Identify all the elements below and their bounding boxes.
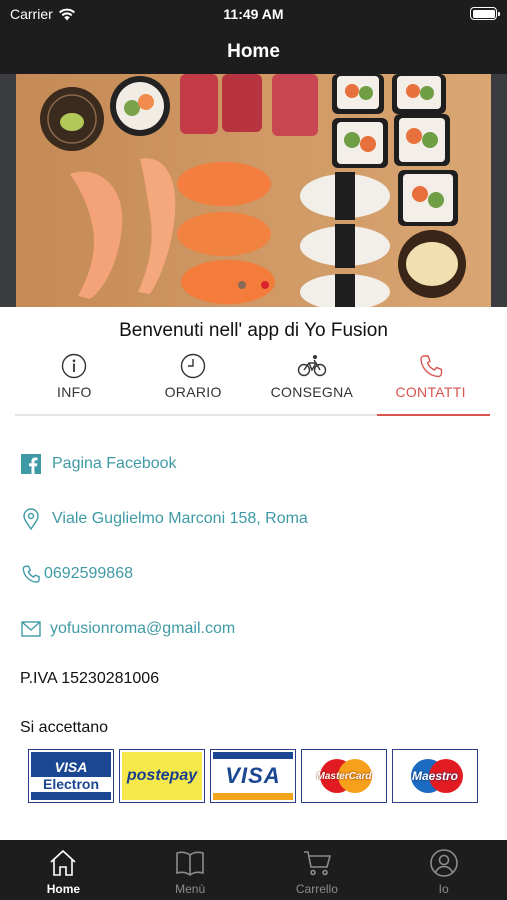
nav-title: Home	[0, 30, 507, 74]
mastercard-card: MasterCard	[301, 749, 387, 803]
tab-consegna[interactable]: CONSEGNA	[253, 352, 372, 414]
tabbar-menu-label: Menù	[175, 882, 206, 896]
tabbar-home[interactable]: Home	[0, 840, 127, 900]
maestro-card: Maestro	[392, 749, 478, 803]
book-icon	[176, 851, 204, 876]
map-pin-icon	[20, 508, 42, 530]
visa-electron-line2: Electron	[31, 777, 111, 792]
clock: 11:49 AM	[223, 6, 284, 22]
phone-icon	[419, 355, 442, 378]
postepay-label: postepay	[126, 767, 198, 784]
tab-contatti[interactable]: CONTATTI	[371, 352, 490, 416]
facebook-icon	[20, 453, 42, 475]
payment-cards: VISA Electron postepay VISA MasterCard M…	[28, 749, 478, 803]
phone-contact-icon	[20, 563, 42, 585]
tabbar-cart-label: Carrello	[295, 882, 338, 896]
carousel-pager[interactable]	[0, 281, 507, 289]
email-link[interactable]: yofusionroma@gmail.com	[20, 618, 235, 640]
email-label: yofusionroma@gmail.com	[50, 620, 236, 637]
bicycle-icon	[297, 355, 327, 377]
visa-card: VISA	[210, 749, 296, 803]
battery-level	[472, 9, 495, 18]
vat-number: P.IVA 15230281006	[20, 670, 160, 687]
tabbar-profile-label: Io	[438, 882, 449, 896]
tab-info[interactable]: INFO	[15, 352, 134, 414]
tab-info-label: INFO	[57, 384, 92, 400]
status-bar: Carrier 11:49 AM	[0, 0, 507, 30]
mastercard-label: MasterCard	[316, 770, 372, 782]
carousel-dot-active[interactable]	[261, 281, 269, 289]
phone-link[interactable]: 0692599868	[20, 563, 133, 585]
bottom-tab-bar: Home Menù Carrello Io	[0, 840, 507, 900]
clock-icon	[180, 353, 206, 379]
tab-orario-label: ORARIO	[164, 384, 222, 400]
address-label: Viale Guglielmo Marconi 158, Roma	[52, 510, 308, 527]
user-icon	[429, 849, 458, 877]
tabbar-profile[interactable]: Io	[380, 840, 507, 900]
facebook-link-label: Pagina Facebook	[52, 455, 177, 472]
sushi-photo	[0, 74, 507, 307]
payments-label: Si accettano	[20, 719, 109, 736]
info-icon	[62, 353, 87, 379]
mail-icon	[20, 618, 42, 640]
address-link[interactable]: Viale Guglielmo Marconi 158, Roma	[20, 508, 308, 530]
visa-label: VISA	[225, 763, 281, 788]
tab-contatti-label: CONTATTI	[395, 384, 466, 400]
visa-electron-line1: VISA	[54, 759, 88, 775]
info-tabs: INFO ORARIO CONSEGNA CONTATTI	[15, 352, 490, 416]
carousel-dot[interactable]	[238, 281, 246, 289]
tab-consegna-label: CONSEGNA	[270, 384, 354, 400]
phone-label: 0692599868	[44, 565, 133, 582]
cart-icon	[303, 851, 331, 876]
tabbar-menu[interactable]: Menù	[127, 840, 254, 900]
postepay-card: postepay	[119, 749, 205, 803]
hero-carousel[interactable]	[0, 74, 507, 307]
maestro-label: Maestro	[411, 769, 458, 783]
welcome-text: Benvenuti nell' app di Yo Fusion	[119, 320, 388, 341]
tab-orario[interactable]: ORARIO	[134, 352, 253, 414]
battery-icon	[470, 7, 500, 20]
tabbar-cart[interactable]: Carrello	[254, 840, 381, 900]
tabbar-home-label: Home	[46, 882, 81, 896]
home-icon	[50, 849, 76, 876]
facebook-link[interactable]: Pagina Facebook	[20, 453, 177, 475]
visa-electron-card: VISA Electron	[28, 749, 114, 803]
